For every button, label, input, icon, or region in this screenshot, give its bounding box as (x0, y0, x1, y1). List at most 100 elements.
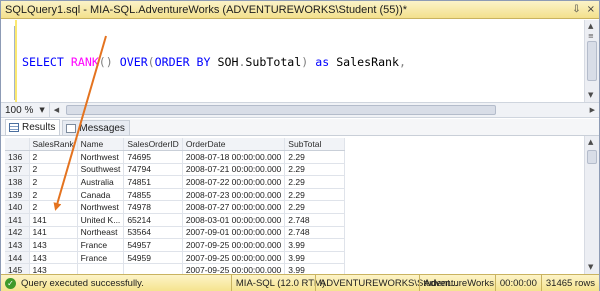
cell-salesrank[interactable]: 141 (29, 226, 78, 240)
cell-salesorderid[interactable]: 65214 (123, 213, 183, 227)
cell-name[interactable]: Australia (77, 175, 125, 189)
table-row[interactable]: 142 141 Northeast 53564 2007-09-01 00:00… (5, 226, 346, 240)
cell-salesrank[interactable]: 143 (29, 238, 78, 252)
cell-salesrank[interactable]: 2 (29, 200, 78, 215)
scroll-left-icon[interactable]: ◀ (54, 106, 59, 114)
row-number[interactable]: 136 (5, 150, 30, 164)
cell-orderdate[interactable]: 2007-09-25 00:00:00.000 (182, 251, 286, 265)
cell-orderdate[interactable]: 2007-09-25 00:00:00.000 (182, 263, 286, 274)
cell-name[interactable]: United K... (77, 213, 125, 227)
cell-name[interactable]: Northeast (77, 226, 125, 240)
cell-salesrank[interactable]: 2 (29, 175, 78, 189)
cell-subtotal[interactable]: 3.99 (284, 251, 346, 265)
sql-code[interactable]: SELECT RANK() OVER(ORDER BY SOH.SubTotal… (22, 22, 582, 102)
zoom-dropdown[interactable]: 100 % ▼ (1, 103, 50, 117)
table-row[interactable]: 140 2 Northwest 74978 2008-07-27 00:00:0… (5, 200, 346, 215)
cell-name[interactable]: Canada (77, 188, 125, 202)
cell-subtotal[interactable]: 2.29 (284, 175, 346, 189)
row-number[interactable]: 141 (5, 213, 30, 227)
column-header-salesorderid[interactable]: SalesOrderID (123, 138, 183, 152)
cell-subtotal[interactable]: 2.29 (284, 200, 346, 215)
editor-vertical-scrollbar[interactable]: ▲ ≡ ▼ (584, 20, 599, 102)
grid-scroll-thumb[interactable] (587, 150, 597, 164)
cell-name[interactable]: France (77, 251, 125, 265)
pin-icon[interactable]: ⇩ (572, 4, 580, 16)
cell-salesorderid[interactable]: 74794 (123, 163, 183, 177)
scroll-up-icon[interactable]: ▲ (588, 138, 593, 146)
scroll-up-icon[interactable]: ▲ (588, 22, 593, 30)
cell-subtotal[interactable]: 2.29 (284, 150, 346, 164)
scroll-down-icon[interactable]: ▼ (588, 91, 593, 99)
cell-salesorderid[interactable]: 54957 (123, 238, 183, 252)
horizontal-scroll-thumb[interactable] (65, 105, 496, 115)
row-number[interactable]: 139 (5, 188, 30, 202)
row-number[interactable]: 145 (5, 263, 30, 274)
cell-salesorderid[interactable]: 74695 (123, 150, 183, 164)
table-row[interactable]: 141 141 United K... 65214 2008-03-01 00:… (5, 213, 346, 227)
cell-salesorderid[interactable]: 74851 (123, 175, 183, 189)
cell-subtotal[interactable]: 3.99 (284, 238, 346, 252)
cell-subtotal[interactable]: 2.748 (284, 226, 346, 240)
table-row[interactable]: 143 143 France 54957 2007-09-25 00:00:00… (5, 238, 346, 252)
cell-salesorderid[interactable]: 54959 (123, 251, 183, 265)
row-number[interactable]: 144 (5, 251, 30, 265)
document-tab[interactable]: SQLQuery1.sql - MIA-SQL.AdventureWorks (… (1, 1, 599, 19)
table-row[interactable]: 139 2 Canada 74855 2008-07-23 00:00:00.0… (5, 188, 346, 202)
row-number[interactable]: 137 (5, 163, 30, 177)
table-row[interactable]: 144 143 France 54959 2007-09-25 00:00:00… (5, 251, 346, 265)
split-icon[interactable]: ≡ (588, 32, 594, 40)
scroll-down-icon[interactable]: ▼ (588, 263, 593, 271)
close-icon[interactable]: × (587, 4, 595, 16)
cell-salesrank[interactable]: 143 (29, 251, 78, 265)
column-header-subtotal[interactable]: SubTotal (284, 138, 346, 152)
editor-horizontal-scrollbar[interactable]: ◀ ▶ (50, 103, 599, 117)
editor-scroll-thumb[interactable] (587, 41, 597, 81)
grid-corner-cell[interactable] (5, 138, 30, 152)
cell-orderdate[interactable]: 2008-07-22 00:00:00.000 (182, 175, 286, 189)
code-token-object: SubTotal (245, 55, 302, 69)
row-number[interactable]: 143 (5, 238, 30, 252)
cell-subtotal[interactable]: 2.748 (284, 213, 346, 227)
cell-salesrank[interactable]: 143 (29, 263, 78, 274)
cell-orderdate[interactable]: 2008-07-27 00:00:00.000 (182, 200, 286, 215)
cell-name[interactable]: France (77, 238, 125, 252)
cell-salesrank[interactable]: 2 (29, 188, 78, 202)
cell-salesorderid[interactable]: 53564 (123, 226, 183, 240)
table-row[interactable]: 137 2 Southwest 74794 2008-07-21 00:00:0… (5, 163, 346, 177)
column-header-orderdate[interactable]: OrderDate (182, 138, 286, 152)
cell-orderdate[interactable]: 2007-09-01 00:00:00.000 (182, 226, 286, 240)
row-number[interactable]: 142 (5, 226, 30, 240)
table-row[interactable]: 145 143 2007-09-25 00:00:00.000 3.99 (5, 263, 346, 274)
cell-orderdate[interactable]: 2007-09-25 00:00:00.000 (182, 238, 286, 252)
cell-orderdate[interactable]: 2008-07-23 00:00:00.000 (182, 188, 286, 202)
query-editor[interactable]: SELECT RANK() OVER(ORDER BY SOH.SubTotal… (1, 20, 599, 102)
cell-name[interactable]: Southwest (77, 163, 125, 177)
cell-orderdate[interactable]: 2008-07-18 00:00:00.000 (182, 150, 286, 164)
cell-salesorderid[interactable] (123, 263, 183, 274)
grid-vertical-scrollbar[interactable]: ▲ ▼ (584, 136, 599, 274)
tab-results[interactable]: Results (5, 119, 61, 135)
cell-salesorderid[interactable]: 74978 (123, 200, 183, 215)
cell-salesrank[interactable]: 2 (29, 163, 78, 177)
scroll-right-icon[interactable]: ▶ (590, 106, 595, 114)
cell-salesrank[interactable]: 141 (29, 213, 78, 227)
table-row[interactable]: 136 2 Northwest 74695 2008-07-18 00:00:0… (5, 150, 346, 164)
cell-salesorderid[interactable]: 74855 (123, 188, 183, 202)
column-header-salesrank[interactable]: SalesRank (29, 138, 78, 152)
cell-orderdate[interactable]: 2008-03-01 00:00:00.000 (182, 213, 286, 227)
cell-name[interactable]: Northwest (77, 200, 125, 215)
column-header-name[interactable]: Name (77, 138, 125, 152)
row-number[interactable]: 140 (5, 200, 30, 215)
results-grid[interactable]: SalesRank Name SalesOrderID OrderDate Su… (1, 136, 599, 274)
tab-messages[interactable]: Messages (62, 120, 130, 135)
cell-subtotal[interactable]: 2.29 (284, 163, 346, 177)
row-number[interactable]: 138 (5, 175, 30, 189)
cell-name[interactable]: Northwest (77, 150, 125, 164)
status-elapsed-time: 00:00:00 (494, 274, 541, 291)
cell-subtotal[interactable]: 3.99 (284, 263, 346, 274)
cell-salesrank[interactable]: 2 (29, 150, 78, 164)
cell-name[interactable] (77, 263, 125, 274)
cell-subtotal[interactable]: 2.29 (284, 188, 346, 202)
table-row[interactable]: 138 2 Australia 74851 2008-07-22 00:00:0… (5, 175, 346, 189)
cell-orderdate[interactable]: 2008-07-21 00:00:00.000 (182, 163, 286, 177)
